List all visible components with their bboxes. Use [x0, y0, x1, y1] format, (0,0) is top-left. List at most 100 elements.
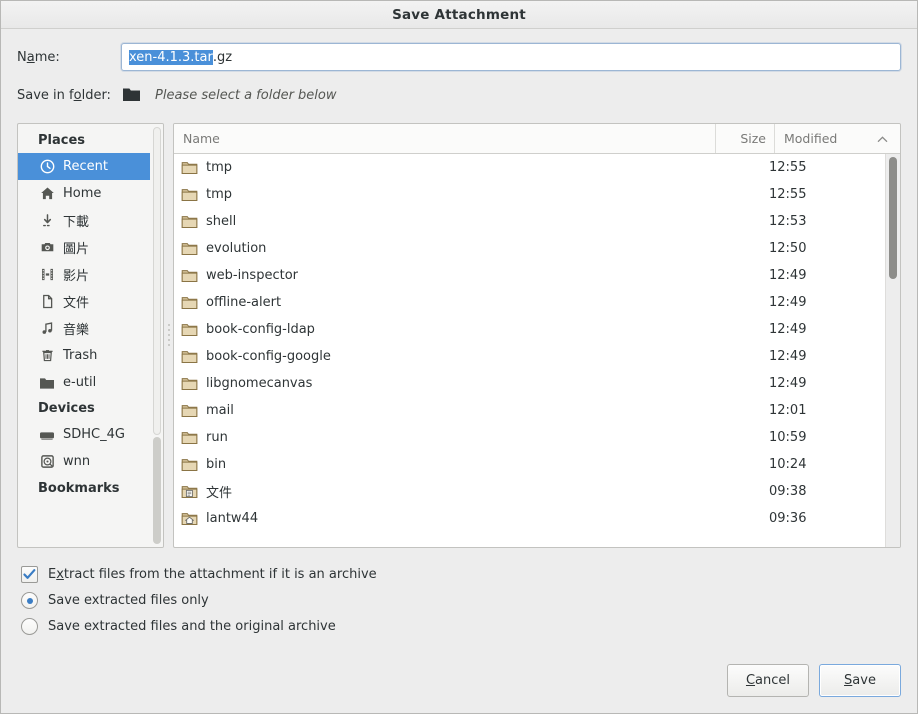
file-row-name-cell: shell [174, 214, 702, 230]
file-row-modified: 10:24 [760, 457, 885, 472]
filename-trailing-text: .gz [213, 50, 232, 65]
folder-label-mnemonic: o [74, 88, 82, 103]
folder-icon [121, 85, 143, 105]
file-row-name: offline-alert [206, 295, 281, 310]
sidebar-heading-devices: Devices [18, 396, 150, 421]
sidebar-heading-places: Places [18, 128, 150, 153]
file-row-name: tmp [206, 160, 232, 175]
file-row-modified: 12:53 [760, 214, 885, 229]
file-row-name: tmp [206, 187, 232, 202]
sidebar-item-sdhc-4g[interactable]: SDHC_4G [18, 421, 150, 448]
column-header-name[interactable]: Name [174, 124, 715, 153]
file-list-row[interactable]: book-config-ldap12:49 [174, 316, 885, 343]
dialog-title: Save Attachment [392, 7, 526, 23]
extract-checkbox[interactable] [21, 566, 38, 583]
music-icon [38, 321, 56, 337]
file-row-modified: 12:49 [760, 349, 885, 364]
sidebar-scrollbar-track[interactable] [153, 437, 161, 544]
file-list-row[interactable]: offline-alert 12:49 [174, 289, 885, 316]
filename-selected-text: xen-4.1.3.tar [129, 50, 213, 65]
file-row-name-cell: bin [174, 457, 702, 473]
file-row-modified: 12:55 [760, 187, 885, 202]
sidebar-item-wnn[interactable]: wnn [18, 448, 150, 475]
file-list-row[interactable]: evolution12:50 [174, 235, 885, 262]
extract-checkbox-row[interactable]: Extract files from the attachment if it … [21, 562, 901, 588]
sidebar-item-e-util[interactable]: e-util [18, 369, 150, 396]
file-list-rows[interactable]: tmp12:55tmp12:55shell12:53evolution12:50… [174, 154, 885, 547]
cancel-button[interactable]: Cancel [727, 664, 809, 697]
camera-icon [38, 240, 56, 256]
column-header-modified[interactable]: Modified [774, 124, 900, 153]
radio-save-extracted-only-row[interactable]: Save extracted files only [21, 588, 901, 614]
disc-icon [38, 454, 56, 470]
file-list-row[interactable]: libgnomecanvas12:49 [174, 370, 885, 397]
file-browser: PlacesRecentHome下載圖片影片文件音樂Trashe-utilDev… [17, 123, 901, 548]
file-list-scrollbar-thumb[interactable] [889, 157, 897, 279]
pane-resize-handle[interactable] [164, 123, 173, 548]
file-list-row[interactable]: bin 10:24 [174, 451, 885, 478]
sidebar-item-label: Home [63, 186, 101, 201]
file-row-name-cell: 文件 [174, 482, 702, 501]
file-list-scrollbar[interactable] [885, 154, 900, 547]
file-list-row[interactable]: lantw4409:36 [174, 505, 885, 532]
file-list-row[interactable]: mail12:01 [174, 397, 885, 424]
file-row-modified: 12:49 [760, 322, 885, 337]
file-list-row[interactable]: shell 12:53 [174, 208, 885, 235]
name-label-mnemonic: a [27, 50, 35, 65]
folder-icon [181, 403, 199, 419]
filename-input[interactable]: xen-4.1.3.tar.gz [121, 43, 901, 71]
save-in-folder-row: Save in folder: Please select a folder b… [1, 71, 917, 105]
file-list-row[interactable]: web-inspector12:49 [174, 262, 885, 289]
dialog-titlebar: Save Attachment [1, 1, 917, 29]
folder-icon [181, 295, 199, 311]
file-row-name-cell: evolution [174, 241, 702, 257]
save-button[interactable]: Save [819, 664, 901, 697]
file-row-modified: 12:49 [760, 295, 885, 310]
file-row-name: web-inspector [206, 268, 298, 283]
file-row-name-cell: run [174, 430, 702, 446]
folder-icon [181, 430, 199, 446]
file-list-row[interactable]: tmp12:55 [174, 154, 885, 181]
sidebar-item-trash[interactable]: Trash [18, 342, 150, 369]
trash-icon [38, 348, 56, 364]
file-list-row[interactable]: book-config-google12:49 [174, 343, 885, 370]
sidebar-item-[interactable]: 影片 [18, 261, 150, 288]
radio-save-extracted-and-archive[interactable] [21, 618, 38, 635]
folder-icon [181, 376, 199, 392]
file-list-header: Name Size Modified [174, 124, 900, 154]
file-row-name-cell: tmp [174, 160, 702, 176]
folder-home-icon [181, 511, 199, 527]
extract-label-suffix: tract files from the attachment if it is… [64, 567, 377, 582]
sidebar-item-[interactable]: 文件 [18, 288, 150, 315]
sidebar-item-recent[interactable]: Recent [18, 153, 150, 180]
name-label-suffix: me: [35, 50, 60, 65]
sidebar-item-[interactable]: 圖片 [18, 234, 150, 261]
sidebar-item-[interactable]: 下載 [18, 207, 150, 234]
sidebar-scrollbar-thumb[interactable] [153, 127, 161, 435]
radio-save-extracted-only[interactable] [21, 592, 38, 609]
chevron-up-icon [877, 131, 888, 146]
sidebar-item-[interactable]: 音樂 [18, 315, 150, 342]
save-in-folder-label: Save in folder: [17, 88, 121, 103]
sidebar-scrollbar[interactable] [150, 124, 163, 547]
folder-icon [181, 457, 199, 473]
radio-dot-icon [27, 598, 33, 604]
file-list-row[interactable]: run10:59 [174, 424, 885, 451]
layout-spacer [1, 640, 917, 655]
file-row-modified: 09:38 [760, 484, 885, 499]
sidebar-item-label: Recent [63, 159, 108, 174]
file-row-name: 文件 [206, 482, 232, 501]
download-icon [38, 213, 56, 229]
radio-save-extracted-and-archive-row[interactable]: Save extracted files and the original ar… [21, 614, 901, 640]
places-sidebar-list[interactable]: Places Recent Home 下載圖片影片文件音樂Trash e-util Dev… [18, 124, 150, 547]
file-list-row[interactable]: 文件 09:38 [174, 478, 885, 505]
folder-icon [181, 214, 199, 230]
file-row-name: shell [206, 214, 236, 229]
sidebar-item-label: e-util [63, 375, 96, 390]
file-row-name: lantw44 [206, 511, 258, 526]
file-list-row[interactable]: tmp 12:55 [174, 181, 885, 208]
sidebar-item-home[interactable]: Home [18, 180, 150, 207]
sidebar-item-label: wnn [63, 454, 90, 469]
column-header-size[interactable]: Size [715, 124, 774, 153]
file-row-name-cell: tmp [174, 187, 702, 203]
